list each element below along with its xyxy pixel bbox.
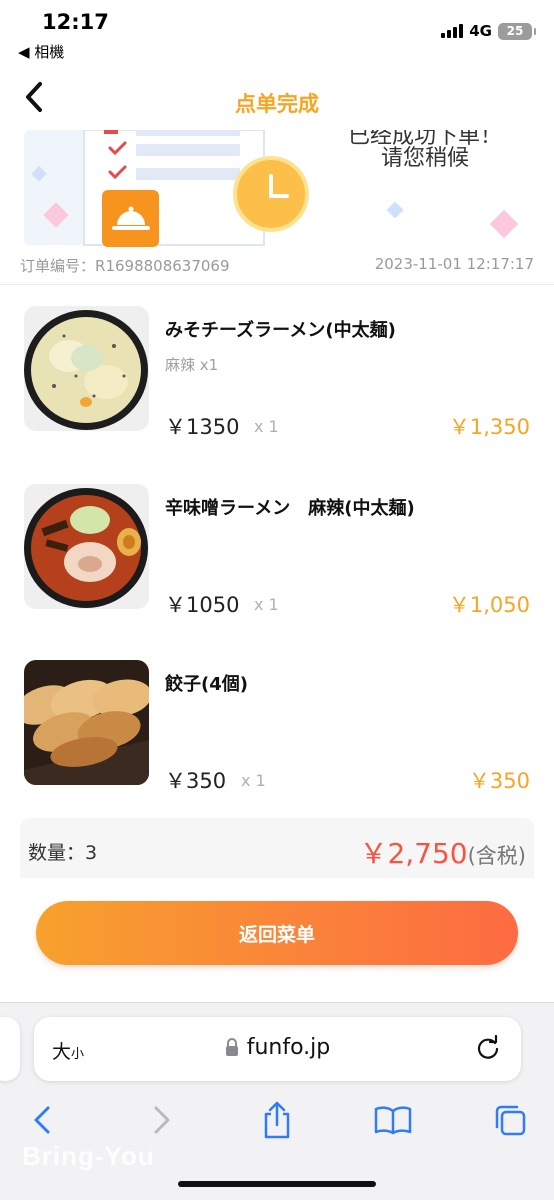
item-price: ￥1050	[165, 593, 240, 617]
order-item: みそチーズラーメン(中太麺) 麻辣 x1 ￥1350 x 1 ￥1,350	[0, 306, 554, 456]
nav-bar: 点单完成	[0, 64, 554, 134]
item-total: ￥1,350	[448, 415, 530, 439]
order-datetime: 2023-11-01 12:17:17	[374, 255, 534, 273]
browser-toolbar	[0, 1098, 554, 1142]
safari-back-icon[interactable]	[20, 1098, 64, 1142]
order-number-label: 订单编号：	[20, 257, 96, 275]
item-image-miso-cheese-ramen	[24, 306, 149, 431]
item-image-spicy-miso-ramen	[24, 484, 149, 609]
summary-qty-label: 数量：	[28, 842, 86, 864]
back-to-app-link[interactable]: ◀ 相機	[18, 41, 64, 62]
item-price: ￥350	[165, 769, 227, 793]
home-indicator	[178, 1181, 376, 1187]
item-qty: x 1	[241, 771, 266, 790]
tabs-icon[interactable]	[488, 1098, 532, 1142]
banner-message-block: 已经成功下单！ 请您稍候	[330, 130, 520, 174]
status-time: 12:17	[42, 10, 109, 34]
summary-total: ￥2,750(含税)	[359, 832, 526, 872]
item-qty: x 1	[254, 595, 279, 614]
lock-icon	[225, 1037, 239, 1062]
status-bar: 12:17 ◀ 相機 4G 25	[0, 0, 554, 64]
order-number-value: R1698808637069	[95, 257, 230, 275]
return-to-menu-button[interactable]: 返回菜单	[36, 901, 518, 965]
battery-icon: 25	[498, 22, 536, 40]
address-bar[interactable]: 大小 funfo.jp	[34, 1017, 521, 1081]
item-qty: x 1	[254, 417, 279, 436]
safari-forward-icon[interactable]	[140, 1098, 184, 1142]
summary-total-value: ￥2,750	[359, 837, 468, 870]
item-image-gyoza	[24, 660, 149, 785]
item-total: ￥1,050	[448, 593, 530, 617]
order-number: 订单编号：R1698808637069	[20, 255, 230, 276]
item-name: 辛味噌ラーメン 麻辣(中太麺)	[165, 498, 415, 519]
banner-cut-text: 已经成功下单！	[347, 130, 502, 149]
bookmarks-icon[interactable]	[371, 1098, 415, 1142]
item-price: ￥1350	[165, 415, 240, 439]
browser-chrome: 大小 funfo.jp Bring-You	[0, 1002, 554, 1200]
share-icon[interactable]	[255, 1098, 299, 1142]
order-item: 辛味噌ラーメン 麻辣(中太麺) ￥1050 x 1 ￥1,050	[0, 484, 554, 634]
status-indicators: 4G 25	[441, 22, 536, 40]
order-item: 餃子(4個) ￥350 x 1 ￥350	[0, 660, 554, 810]
item-total: ￥350	[468, 769, 530, 793]
order-complete-banner: 已经成功下单！ 请您稍候	[0, 130, 554, 248]
previous-tab-preview[interactable]	[0, 1017, 20, 1081]
page-title: 点单完成	[235, 92, 319, 116]
url-text: funfo.jp	[246, 1035, 331, 1060]
order-meta: 订单编号：R1698808637069 2023-11-01 12:17:17	[20, 255, 534, 276]
signal-icon	[441, 24, 464, 38]
divider	[0, 284, 554, 285]
item-option: 麻辣 x1	[165, 356, 219, 374]
summary-quantity: 数量：3	[28, 838, 97, 865]
item-name: 餃子(4個)	[165, 674, 248, 695]
summary-qty-value: 3	[85, 842, 98, 864]
item-name: みそチーズラーメン(中太麺)	[165, 320, 396, 341]
network-type: 4G	[469, 22, 492, 40]
summary-tax-note: (含税)	[467, 844, 526, 868]
order-summary: 数量：3 ￥2,750(含税)	[20, 818, 534, 878]
reload-icon[interactable]	[475, 1034, 501, 1065]
url-display[interactable]: funfo.jp	[34, 1035, 521, 1062]
watermark: Bring-You	[22, 1141, 155, 1171]
